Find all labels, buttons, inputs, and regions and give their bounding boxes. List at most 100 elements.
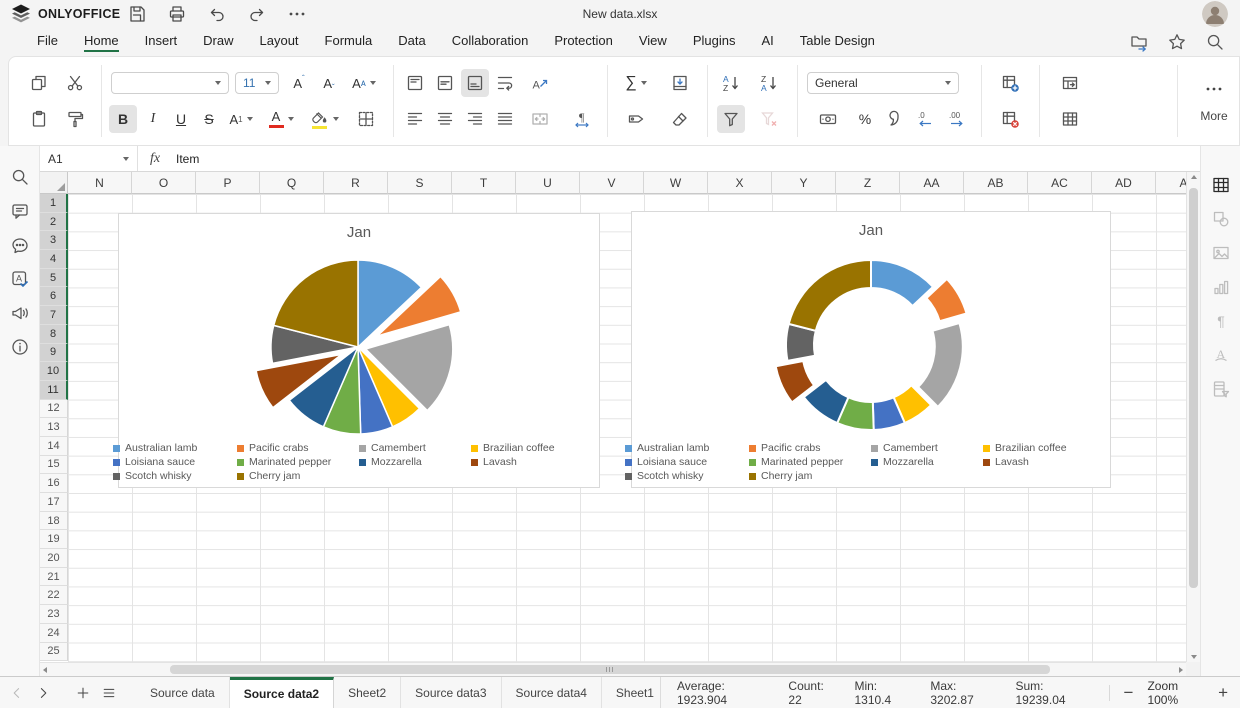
sheet-tab-source-data3[interactable]: Source data3: [401, 677, 502, 708]
underline-button[interactable]: U: [167, 105, 195, 133]
decrease-decimal-button[interactable]: .0: [911, 105, 939, 133]
row-header-20[interactable]: 20: [40, 549, 68, 568]
prev-sheet-icon[interactable]: [4, 677, 30, 708]
menu-tab-draw[interactable]: Draw: [190, 28, 246, 56]
scroll-up-icon[interactable]: [1191, 175, 1197, 179]
wrap-text-button[interactable]: [491, 69, 519, 97]
align-left-button[interactable]: [401, 105, 429, 133]
menu-tab-collaboration[interactable]: Collaboration: [439, 28, 542, 56]
row-header-12[interactable]: 12: [40, 399, 68, 419]
scroll-down-icon[interactable]: [1191, 655, 1197, 659]
image-settings-icon[interactable]: [1210, 242, 1232, 264]
add-sheet-icon[interactable]: [70, 677, 96, 708]
clear-button[interactable]: [661, 105, 699, 133]
zoom-in-icon[interactable]: +: [1218, 684, 1228, 701]
spellcheck-icon[interactable]: A: [9, 268, 31, 290]
column-header-N[interactable]: N: [68, 172, 132, 194]
indent-button[interactable]: ¶: [563, 105, 601, 133]
menu-tab-table-design[interactable]: Table Design: [787, 28, 888, 56]
column-header-T[interactable]: T: [452, 172, 516, 194]
row-header-8[interactable]: 8: [40, 324, 68, 344]
column-header-AA[interactable]: AA: [900, 172, 964, 194]
format-as-table-button[interactable]: [1051, 105, 1089, 133]
horizontal-scrollbar[interactable]: [40, 662, 1186, 676]
row-header-25[interactable]: 25: [40, 642, 68, 662]
doughnut-chart[interactable]: Jan Australian lamb Pacific crabs Camember…: [625, 211, 1111, 488]
menu-tab-view[interactable]: View: [626, 28, 680, 56]
copy-button[interactable]: [25, 69, 53, 97]
column-header-AE[interactable]: AE: [1156, 172, 1186, 194]
column-header-R[interactable]: R: [324, 172, 388, 194]
percent-style-button[interactable]: %: [851, 105, 879, 133]
select-all-corner[interactable]: [40, 172, 68, 194]
comments-icon[interactable]: [9, 200, 31, 222]
menu-tab-protection[interactable]: Protection: [541, 28, 626, 56]
column-header-S[interactable]: S: [388, 172, 452, 194]
row-header-17[interactable]: 17: [40, 493, 68, 512]
about-icon[interactable]: [9, 336, 31, 358]
cell-settings-icon[interactable]: [1210, 174, 1232, 196]
column-header-Z[interactable]: Z: [836, 172, 900, 194]
align-bottom-button[interactable]: [461, 69, 489, 97]
menu-tab-layout[interactable]: Layout: [247, 28, 312, 56]
redo-icon[interactable]: [246, 3, 268, 25]
next-sheet-icon[interactable]: [30, 677, 56, 708]
column-header-V[interactable]: V: [580, 172, 644, 194]
row-header-11[interactable]: 11: [40, 380, 68, 400]
format-painter-button[interactable]: [61, 105, 89, 133]
font-color-button[interactable]: A: [263, 105, 299, 133]
font-size-combo[interactable]: 11: [235, 72, 279, 94]
textart-settings-icon[interactable]: A: [1210, 344, 1232, 366]
menu-tab-home[interactable]: Home: [71, 28, 132, 56]
row-header-7[interactable]: 7: [40, 306, 68, 325]
row-header-5[interactable]: 5: [40, 268, 68, 288]
clear-filter-button[interactable]: [755, 105, 783, 133]
change-case-button[interactable]: Aᴀ: [345, 69, 383, 97]
align-right-button[interactable]: [461, 105, 489, 133]
search-icon[interactable]: [9, 166, 31, 188]
row-header-15[interactable]: 15: [40, 455, 68, 475]
column-header-AC[interactable]: AC: [1028, 172, 1092, 194]
row-header-22[interactable]: 22: [40, 586, 68, 606]
sheet-tab-sheet2[interactable]: Sheet2: [334, 677, 402, 708]
avatar[interactable]: [1202, 1, 1228, 27]
strikethrough-button[interactable]: S: [195, 105, 223, 133]
row-header-13[interactable]: 13: [40, 418, 68, 437]
chart-settings-icon[interactable]: [1210, 276, 1232, 298]
align-top-button[interactable]: [401, 69, 429, 97]
insert-function-icon[interactable]: fx: [138, 151, 172, 167]
vertical-scrollbar[interactable]: [1186, 172, 1200, 662]
accounting-style-button[interactable]: [809, 105, 847, 133]
column-header-O[interactable]: O: [132, 172, 196, 194]
horizontal-scroll-thumb[interactable]: [170, 665, 1050, 674]
align-center-button[interactable]: [431, 105, 459, 133]
named-ranges-button[interactable]: [617, 105, 655, 133]
menu-tab-ai[interactable]: AI: [748, 28, 786, 56]
increase-font-button[interactable]: Aˆ: [285, 69, 313, 97]
row-header-18[interactable]: 18: [40, 511, 68, 531]
sort-za-button[interactable]: ZA: [755, 69, 783, 97]
delete-cells-button[interactable]: [991, 105, 1029, 133]
column-header-W[interactable]: W: [644, 172, 708, 194]
save-icon[interactable]: [126, 3, 148, 25]
summation-button[interactable]: ∑: [617, 69, 655, 97]
paragraph-settings-icon[interactable]: ¶: [1210, 310, 1232, 332]
fill-down-button[interactable]: [661, 69, 699, 97]
subscript-superscript-button[interactable]: A1: [223, 105, 259, 133]
column-header-X[interactable]: X: [708, 172, 772, 194]
menu-tab-plugins[interactable]: Plugins: [680, 28, 749, 56]
merge-cells-button[interactable]: [521, 105, 559, 133]
row-header-3[interactable]: 3: [40, 231, 68, 251]
open-file-location-icon[interactable]: [1128, 31, 1150, 53]
italic-button[interactable]: I: [139, 105, 167, 133]
menu-tab-data[interactable]: Data: [385, 28, 438, 56]
number-format-combo[interactable]: General: [807, 72, 959, 94]
favorites-star-icon[interactable]: [1166, 31, 1188, 53]
borders-button[interactable]: [347, 105, 385, 133]
bold-button[interactable]: B: [109, 105, 137, 133]
sheet-tab-source-data4[interactable]: Source data4: [502, 677, 602, 708]
chat-icon[interactable]: [9, 234, 31, 256]
font-name-combo[interactable]: [111, 72, 229, 94]
row-header-10[interactable]: 10: [40, 362, 68, 381]
print-icon[interactable]: [166, 3, 188, 25]
